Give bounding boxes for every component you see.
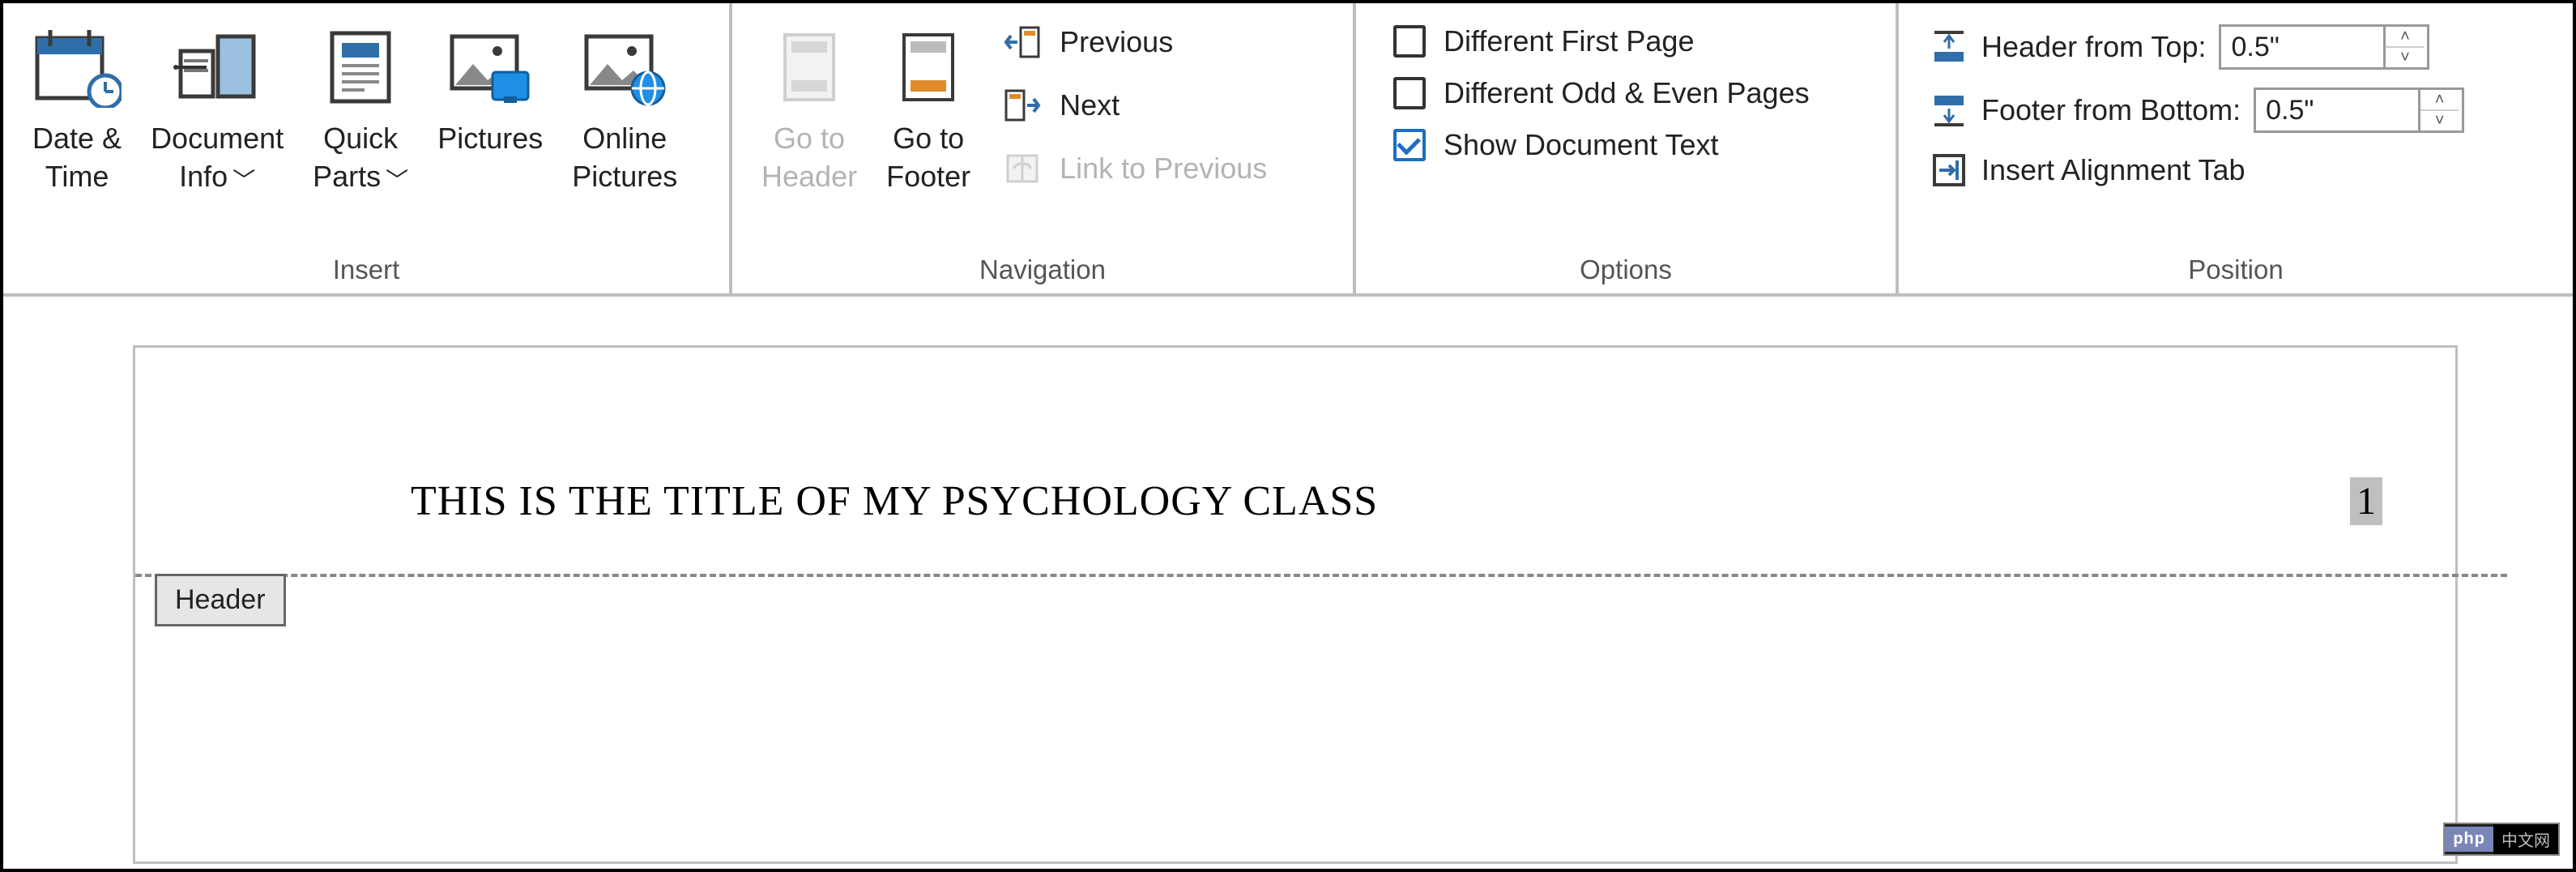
next-button[interactable]: Next: [998, 79, 1275, 131]
footer-bottom-icon: [1930, 91, 1968, 130]
document-info-button[interactable]: Document Info﹀: [136, 16, 298, 227]
link-to-previous-button: Link to Previous: [998, 143, 1275, 194]
insert-alignment-tab-label: Insert Alignment Tab: [1981, 153, 2245, 187]
different-odd-even-checkbox[interactable]: Different Odd & Even Pages: [1393, 76, 1810, 110]
group-label-options: Options: [1371, 246, 1881, 293]
spinner-down-icon[interactable]: ˅: [2386, 48, 2424, 67]
online-pictures-icon: [580, 23, 669, 112]
go-to-header-button: Go to Header: [747, 16, 872, 227]
different-first-page-checkbox[interactable]: Different First Page: [1393, 24, 1810, 58]
spinner-up-icon[interactable]: ˄: [2420, 90, 2459, 111]
checkbox-checked-icon: [1393, 129, 1426, 161]
header-title-text[interactable]: THIS IS THE TITLE OF MY PSYCHOLOGY CLASS: [411, 477, 1378, 525]
header-zone[interactable]: THIS IS THE TITLE OF MY PSYCHOLOGY CLASS…: [135, 348, 2455, 574]
spinner-up-icon[interactable]: ˄: [2386, 27, 2424, 48]
page-number[interactable]: 1: [2350, 477, 2382, 525]
quick-parts-icon: [324, 23, 397, 112]
link-to-previous-label: Link to Previous: [1060, 152, 1267, 186]
go-to-header-icon: [777, 23, 842, 112]
header-from-top-row: Header from Top: ˄˅: [1930, 24, 2464, 70]
footer-from-bottom-spinner[interactable]: ˄˅: [2254, 88, 2464, 133]
quick-parts-label: Quick Parts﹀: [313, 120, 408, 196]
pictures-button[interactable]: Pictures: [423, 16, 557, 227]
chevron-down-icon: ﹀: [232, 168, 255, 193]
footer-from-bottom-row: Footer from Bottom: ˄˅: [1930, 88, 2464, 133]
badge-left: php: [2445, 827, 2493, 852]
badge-right: 中文网: [2493, 824, 2558, 854]
next-icon: [1000, 83, 1045, 128]
different-first-page-label: Different First Page: [1444, 24, 1694, 58]
go-to-footer-label: Go to Footer: [886, 120, 970, 196]
header-divider: Header: [135, 574, 2507, 577]
link-icon: [1000, 146, 1045, 191]
different-odd-even-label: Different Odd & Even Pages: [1444, 76, 1810, 110]
go-to-footer-button[interactable]: Go to Footer: [872, 16, 985, 227]
nav-item-list: Previous Next: [985, 16, 1275, 194]
calendar-clock-icon: [32, 23, 122, 112]
header-top-icon: [1930, 28, 1968, 66]
document-info-icon: [173, 23, 262, 112]
show-document-text-checkbox[interactable]: Show Document Text: [1393, 128, 1810, 162]
watermark-badge: php 中文网: [2443, 823, 2560, 856]
go-to-header-label: Go to Header: [761, 120, 857, 196]
show-document-text-label: Show Document Text: [1444, 128, 1719, 162]
spinner-down-icon[interactable]: ˅: [2420, 111, 2459, 130]
checkbox-icon: [1393, 77, 1426, 109]
group-label-position: Position: [1913, 246, 2558, 293]
group-insert: Date & Time Document Info﹀: [3, 3, 732, 293]
quick-parts-button[interactable]: Quick Parts﹀: [298, 16, 423, 227]
footer-from-bottom-input[interactable]: [2256, 90, 2418, 130]
insert-alignment-tab-button[interactable]: Insert Alignment Tab: [1930, 151, 2464, 190]
header-from-top-spinner[interactable]: ˄˅: [2219, 24, 2429, 70]
document-area: THIS IS THE TITLE OF MY PSYCHOLOGY CLASS…: [3, 297, 2573, 864]
header-from-top-label: Header from Top:: [1981, 30, 2206, 64]
group-options: Different First Page Different Odd & Eve…: [1356, 3, 1899, 293]
next-label: Next: [1060, 88, 1120, 122]
ribbon: Date & Time Document Info﹀: [3, 3, 2573, 297]
alignment-tab-icon: [1930, 151, 1968, 190]
online-pictures-label: Online Pictures: [572, 120, 677, 196]
group-label-insert: Insert: [18, 246, 714, 293]
go-to-footer-icon: [896, 23, 961, 112]
page[interactable]: THIS IS THE TITLE OF MY PSYCHOLOGY CLASS…: [133, 345, 2458, 864]
date-time-button[interactable]: Date & Time: [18, 16, 136, 227]
previous-label: Previous: [1060, 25, 1173, 59]
previous-button[interactable]: Previous: [998, 16, 1275, 68]
date-time-label: Date & Time: [32, 120, 122, 196]
group-label-navigation: Navigation: [747, 246, 1338, 293]
checkbox-icon: [1393, 25, 1426, 58]
online-pictures-button[interactable]: Online Pictures: [557, 16, 692, 227]
footer-from-bottom-label: Footer from Bottom:: [1981, 93, 2241, 127]
group-position: Header from Top: ˄˅ Footer from: [1899, 3, 2573, 293]
header-from-top-input[interactable]: [2221, 27, 2383, 67]
pictures-label: Pictures: [437, 120, 543, 158]
chevron-down-icon: ﹀: [386, 168, 408, 193]
document-info-label: Document Info﹀: [151, 120, 284, 196]
header-tab-label: Header: [155, 574, 286, 626]
previous-icon: [1000, 19, 1045, 65]
group-navigation: Go to Header Go to Footer: [732, 3, 1356, 293]
pictures-icon: [446, 23, 535, 112]
